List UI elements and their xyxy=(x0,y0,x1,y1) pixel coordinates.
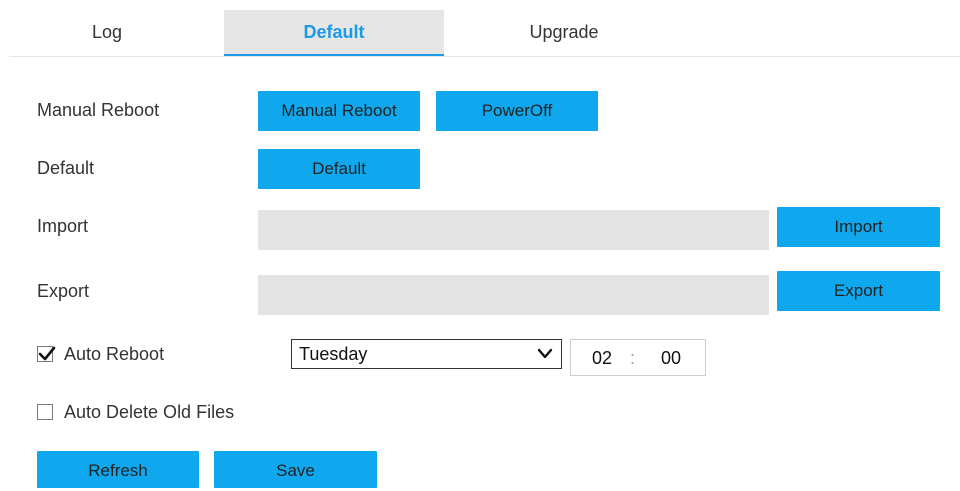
reboot-day-value: Tuesday xyxy=(299,344,368,364)
import-button[interactable]: Import xyxy=(777,207,940,247)
auto-delete-checkbox[interactable] xyxy=(37,404,53,420)
tab-default[interactable]: Default xyxy=(224,10,444,56)
default-label: Default xyxy=(37,158,95,178)
tab-log[interactable]: Log xyxy=(29,10,185,54)
export-file-field[interactable] xyxy=(258,275,769,315)
import-file-field[interactable] xyxy=(258,210,769,250)
manual-reboot-label: Manual Reboot xyxy=(37,100,160,120)
auto-reboot-checkbox[interactable] xyxy=(37,346,56,362)
import-label: Import xyxy=(37,216,89,236)
time-separator: : xyxy=(630,348,636,368)
manual-reboot-button[interactable]: Manual Reboot xyxy=(258,91,420,131)
export-label: Export xyxy=(37,281,90,301)
reboot-hour[interactable]: 02 xyxy=(592,348,612,369)
auto-reboot-label: Auto Reboot xyxy=(64,344,165,364)
tab-bar: Log Default Upgrade xyxy=(9,10,960,57)
checkmark-icon xyxy=(38,346,56,361)
tab-upgrade[interactable]: Upgrade xyxy=(479,10,649,54)
default-button[interactable]: Default xyxy=(258,149,420,189)
auto-delete-label: Auto Delete Old Files xyxy=(64,402,235,422)
poweroff-button[interactable]: PowerOff xyxy=(436,91,598,131)
refresh-button[interactable]: Refresh xyxy=(37,451,199,488)
reboot-time-input[interactable]: 02 : 00 xyxy=(570,339,706,376)
reboot-minute[interactable]: 00 xyxy=(661,348,681,369)
chevron-down-icon xyxy=(537,348,553,359)
save-button[interactable]: Save xyxy=(214,451,377,488)
reboot-day-select[interactable]: Tuesday xyxy=(291,339,562,369)
export-button[interactable]: Export xyxy=(777,271,940,311)
